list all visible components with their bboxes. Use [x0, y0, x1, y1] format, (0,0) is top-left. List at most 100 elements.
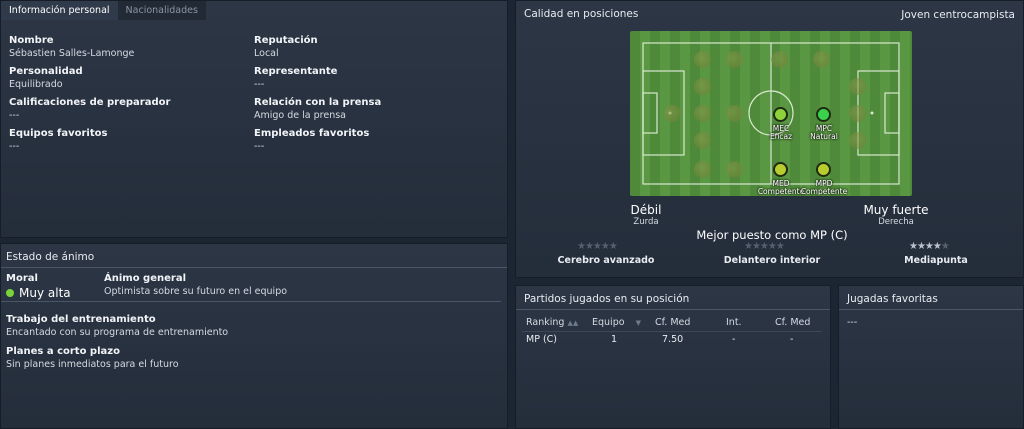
- favorite-moves-title: Jugadas favoritas: [847, 293, 938, 305]
- col-equipo[interactable]: Equipo ▼: [592, 317, 641, 328]
- cell-cf-med: 7.50: [662, 334, 684, 345]
- tab-nacionalidades[interactable]: Nacionalidades: [117, 1, 206, 20]
- pitch-spot: [726, 161, 743, 178]
- role-cerebro-avanzado[interactable]: Cerebro avanzado: [548, 255, 664, 266]
- positions-title: Calidad en posiciones: [524, 8, 639, 20]
- relacion-value: Amigo de la prensa: [254, 110, 346, 121]
- moral-label: Moral: [6, 273, 38, 284]
- sort-asc-icon: ▲▲: [567, 319, 579, 327]
- role-stars-delantero: ★★★★★: [744, 241, 785, 252]
- representante-value: ---: [254, 79, 265, 90]
- col-ranking[interactable]: Ranking ▲▲: [526, 317, 578, 328]
- right-foot: Muy fuerte Derecha: [850, 203, 942, 227]
- pitch-spot: [694, 161, 711, 178]
- equipos-value: ---: [9, 141, 20, 152]
- position-med-dot[interactable]: [773, 162, 788, 177]
- position-mec-label: MEC Eficaz: [769, 124, 793, 141]
- cell-int: -: [732, 334, 736, 345]
- pitch-spot: [694, 105, 711, 122]
- calificaciones-value: ---: [9, 110, 20, 121]
- field-reputacion: Reputación Local: [254, 35, 318, 59]
- left-foot-strength: Débil: [630, 203, 662, 217]
- nombre-label: Nombre: [9, 35, 54, 46]
- position-mpd-dot[interactable]: [816, 162, 831, 177]
- col-int[interactable]: Int.: [726, 317, 742, 328]
- left-foot: Débil Zurda: [608, 203, 684, 227]
- pitch-spot: [726, 51, 743, 68]
- field-moral: Moral Muy alta: [6, 273, 71, 300]
- trabajo-label: Trabajo del entrenamiento: [6, 314, 156, 325]
- best-position: Mejor puesto como MP (C): [696, 228, 848, 242]
- cell-ranking: MP (C): [526, 334, 557, 345]
- right-foot-strength: Muy fuerte: [863, 203, 929, 217]
- relacion-label: Relación con la prensa: [254, 97, 382, 108]
- right-foot-label: Derecha: [878, 217, 914, 227]
- favorite-moves-divider: [839, 309, 1023, 310]
- pitch-spot: [771, 51, 788, 68]
- matches-title: Partidos jugados en su posición: [524, 293, 690, 305]
- role-delantero-interior[interactable]: Delantero interior: [714, 255, 830, 266]
- player-role: Joven centrocampista: [901, 9, 1015, 21]
- animo-general-label: Ánimo general: [104, 273, 187, 284]
- field-equipos-favoritos: Equipos favoritos ---: [9, 128, 107, 152]
- planes-value: Sin planes inmediatos para el futuro: [6, 359, 179, 370]
- personalidad-label: Personalidad: [9, 66, 83, 77]
- tab-bar: Información personal Nacionalidades: [1, 1, 206, 20]
- reputacion-value: Local: [254, 48, 279, 59]
- table-row[interactable]: MP (C) 1 7.50 - -: [516, 334, 830, 350]
- field-nombre: Nombre Sébastien Salles-Lamonge: [9, 35, 134, 59]
- pitch-spot: [694, 78, 711, 95]
- position-mec-dot[interactable]: [773, 107, 788, 122]
- reputacion-label: Reputación: [254, 35, 318, 46]
- position-mpd-label: MPD Competente: [800, 179, 848, 196]
- trabajo-value: Encantado con su programa de entrenamien…: [6, 327, 229, 338]
- mood-divider: [1, 267, 507, 268]
- role-stars-mediapunta: ★★★★★: [909, 241, 950, 252]
- pitch-spot: [726, 105, 743, 122]
- role-stars-cerebro: ★★★★★: [577, 241, 618, 252]
- equipos-label: Equipos favoritos: [9, 128, 108, 139]
- sort-desc-icon: ▼: [635, 319, 641, 327]
- matches-panel: Partidos jugados en su posición Ranking …: [515, 285, 831, 429]
- field-personalidad: Personalidad Equilibrado: [9, 66, 83, 90]
- field-animo-general: Ánimo general Optimista sobre su futuro …: [104, 273, 287, 297]
- col-cf-med[interactable]: Cf. Med: [655, 317, 690, 328]
- pitch-spot: [694, 132, 711, 149]
- col-cf-med-2[interactable]: Cf. Med: [775, 317, 810, 328]
- field-trabajo-entrenamiento: Trabajo del entrenamiento Encantado con …: [6, 314, 228, 338]
- favorite-moves-value: ---: [847, 317, 858, 328]
- matches-divider: [516, 309, 830, 310]
- empleados-value: ---: [254, 141, 265, 152]
- cell-equipo: 1: [611, 334, 618, 345]
- header-divider: [522, 331, 822, 332]
- nombre-value: Sébastien Salles-Lamonge: [9, 48, 135, 59]
- pitch-spot: [813, 51, 830, 68]
- pitch-spot: [849, 78, 866, 95]
- personalidad-value: Equilibrado: [9, 79, 63, 90]
- cell-cf-med-2: -: [790, 334, 794, 345]
- planes-label: Planes a corto plazo: [6, 346, 120, 357]
- field-calificaciones: Calificaciones de preparador ---: [9, 97, 170, 121]
- field-planes-corto-plazo: Planes a corto plazo Sin planes inmediat…: [6, 346, 179, 370]
- animo-general-value: Optimista sobre su futuro en el equipo: [104, 286, 288, 297]
- pitch-spot: [849, 105, 866, 122]
- mood-title: Estado de ánimo: [6, 251, 95, 263]
- calificaciones-label: Calificaciones de preparador: [9, 97, 171, 108]
- favorite-moves-panel: Jugadas favoritas ---: [838, 285, 1024, 429]
- role-mediapunta[interactable]: Mediapunta: [878, 255, 994, 266]
- empleados-label: Empleados favoritos: [254, 128, 370, 139]
- tab-informacion-personal[interactable]: Información personal: [1, 1, 118, 20]
- field-representante: Representante ---: [254, 66, 337, 90]
- moral-divider: [1, 301, 501, 302]
- position-mpc-dot[interactable]: [816, 107, 831, 122]
- field-empleados-favoritos: Empleados favoritos ---: [254, 128, 369, 152]
- left-foot-label: Zurda: [633, 217, 659, 227]
- position-mpc-label: MPC Natural: [810, 124, 838, 141]
- moral-value: Muy alta: [19, 286, 71, 300]
- pitch-spot: [664, 105, 681, 122]
- moral-status-dot: [6, 289, 14, 297]
- pitch-spot: [694, 51, 711, 68]
- representante-label: Representante: [254, 66, 338, 77]
- pitch-diagram: MEC Eficaz MPC Natural MED Competente MPD Co…: [630, 31, 912, 196]
- personal-info-panel: Información personal Nacionalidades Nomb…: [0, 0, 508, 238]
